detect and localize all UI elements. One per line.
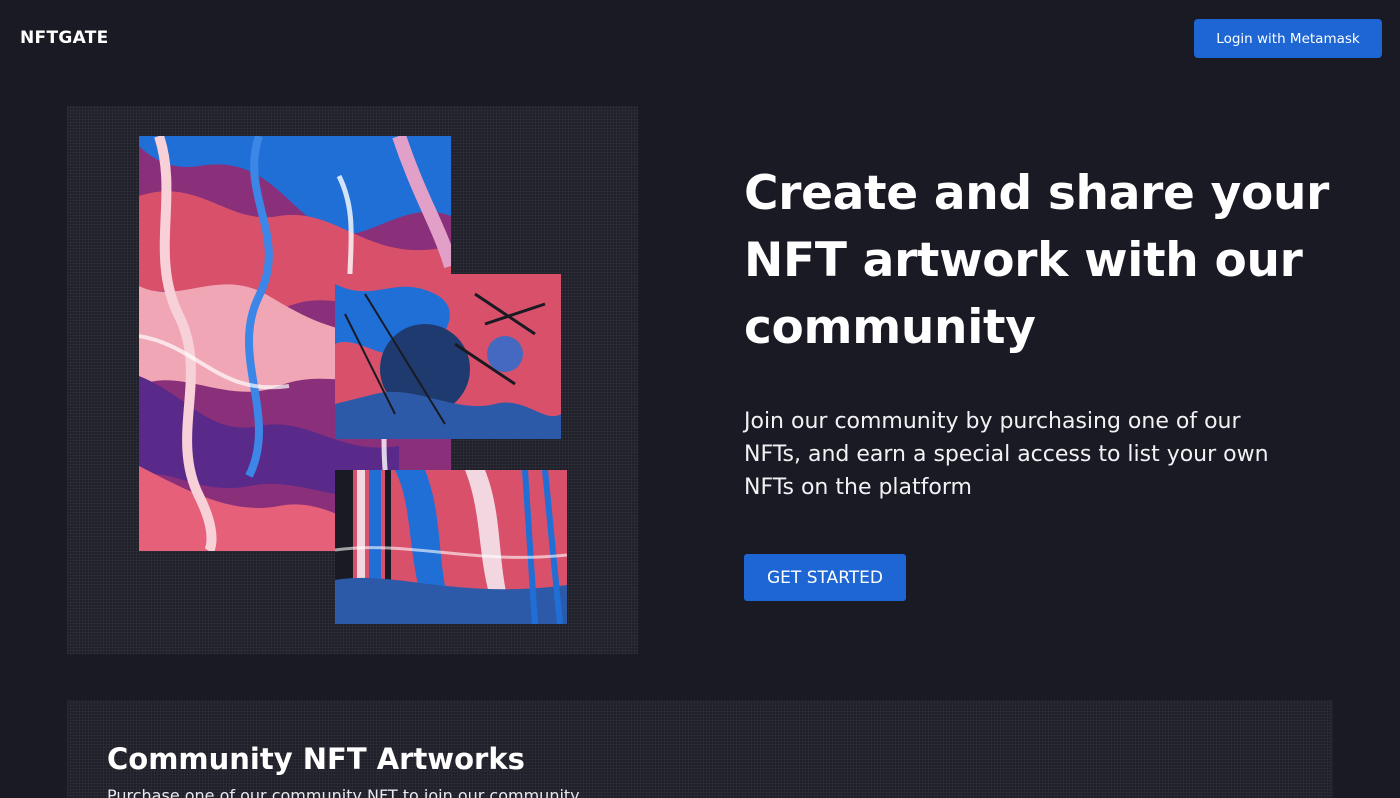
login-metamask-button[interactable]: Login with Metamask — [1194, 19, 1382, 58]
community-subtitle: Purchase one of our community NFT to joi… — [107, 786, 580, 798]
hero-title: Create and share your NFT artwork with o… — [744, 166, 1329, 355]
community-section: Community NFT Artworks Purchase one of o… — [67, 700, 1333, 798]
page: NFTGATE Login with Metamask Create and s… — [0, 0, 1400, 798]
hero-description: Join our community by purchasing one of … — [744, 409, 1269, 500]
logo[interactable]: NFTGATE — [20, 28, 109, 48]
top-nav: NFTGATE Login with Metamask — [0, 0, 1400, 78]
hero-art-panel — [67, 106, 638, 654]
artwork-image-splatter — [335, 274, 561, 439]
get-started-button[interactable]: GET STARTED — [744, 554, 906, 601]
artwork-image-streaks — [335, 470, 567, 624]
community-title: Community NFT Artworks — [107, 742, 525, 776]
